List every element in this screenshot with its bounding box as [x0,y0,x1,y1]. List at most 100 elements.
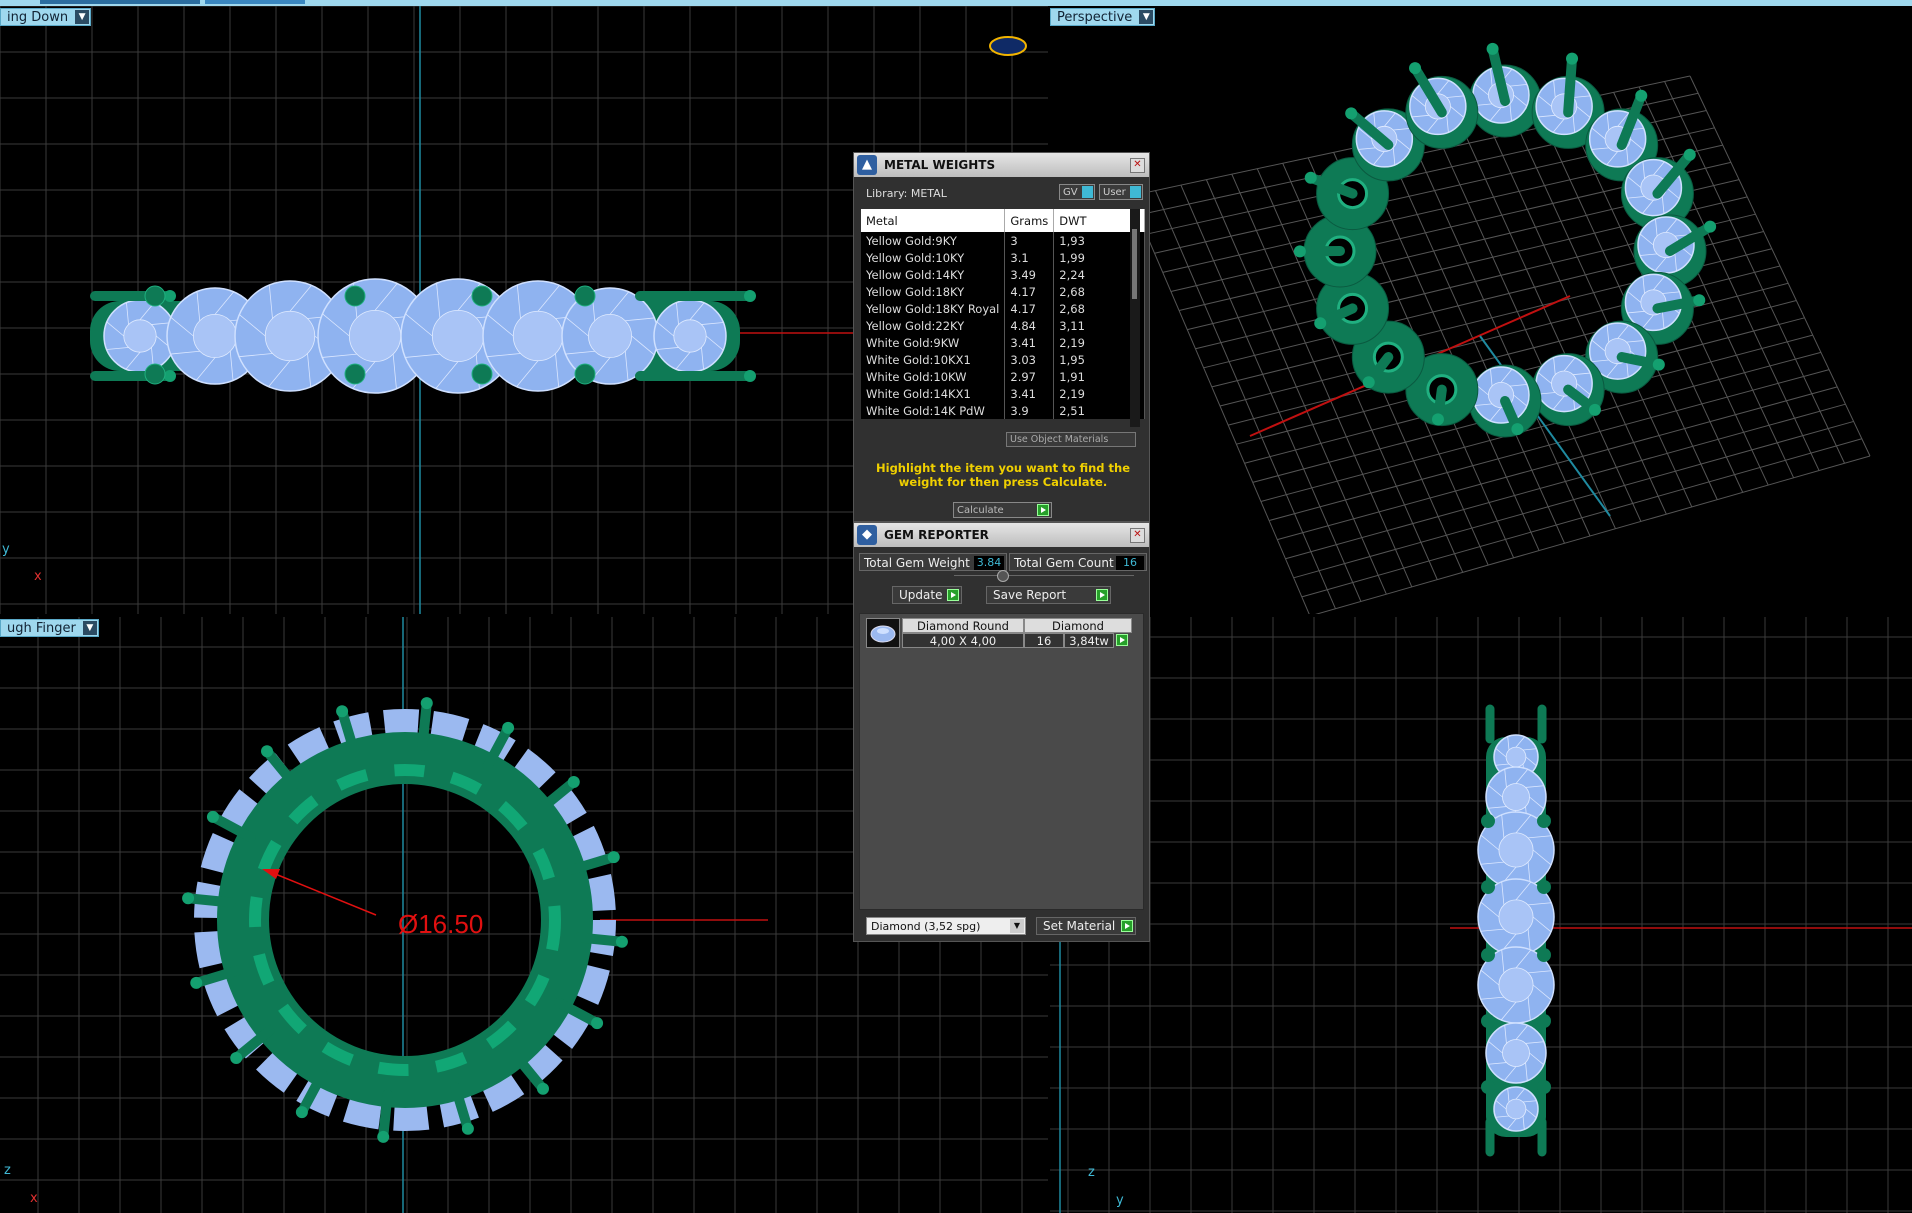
gem-totals-row: Total Gem Weight 3.84 Total Gem Count 16 [859,553,1147,571]
table-cell: White Gold:14KX1 [861,385,1006,402]
prong-tip [1635,89,1648,102]
chevron-down-icon[interactable]: ▼ [82,621,97,635]
prong-tip [744,370,756,382]
table-cell: 3.9 [1004,402,1055,419]
prong-tip [615,935,628,948]
prong-head [1537,880,1551,894]
prong-head [1537,814,1551,828]
gem-size: 4,00 X 4,00 [902,633,1024,648]
table-cell: White Gold:10KW [861,368,1006,385]
table-row[interactable]: Yellow Gold:14KY 3.49 2,24 [861,266,1145,283]
prong-tip [230,1051,243,1064]
metal-weights-table: Metal Grams DWT Yellow Gold:9KY 3 1,93 Yellow… [861,209,1145,419]
table-row[interactable]: White Gold:14KX1 3.41 2,19 [861,385,1145,402]
axis-z-label: z [1088,1165,1095,1180]
metal-weights-icon: ▲ [857,155,877,175]
table-scrollbar[interactable] [1130,209,1140,427]
axis-y-label: y [2,542,10,557]
gem-table [123,319,157,353]
total-gem-count-field: Total Gem Count 16 [1009,553,1147,571]
table-row[interactable]: Yellow Gold:18KY Royal 4.17 2,68 [861,300,1145,317]
prong-head [1481,1080,1495,1094]
gv-label: GV [1063,187,1078,198]
chevron-down-icon[interactable]: ▼ [1139,10,1154,24]
table-row[interactable]: Yellow Gold:22KY 4.84 3,11 [861,317,1145,334]
chevron-down-icon[interactable]: ▼ [75,10,90,24]
table-row[interactable]: White Gold:9KW 3.41 2,19 [861,334,1145,351]
total-gem-count-label: Total Gem Count [1014,556,1114,570]
table-cell: Yellow Gold:18KY Royal [861,300,1006,317]
axis-y-label: y [1116,1193,1124,1208]
table-row[interactable]: Yellow Gold:10KY 3.1 1,99 [861,249,1145,266]
metal-weights-titlebar[interactable]: ▲ METAL WEIGHTS ✕ [854,153,1149,177]
gem-table [588,313,633,358]
material-select[interactable]: Diamond (3,52 spg) ▼ [866,917,1026,935]
gv-toggle[interactable]: GV [1059,184,1095,200]
update-button[interactable]: Update [892,586,962,604]
table-row[interactable]: Yellow Gold:9KY 3 1,93 [861,232,1145,249]
user-label: User [1103,187,1126,198]
view-gizmo-icon [989,36,1027,56]
prong-tip [536,1082,549,1095]
close-icon[interactable]: ✕ [1130,528,1145,543]
table-row[interactable]: White Gold:10KW 2.97 1,91 [861,368,1145,385]
axis-x-label: x [34,569,42,584]
gem-list[interactable]: Diamond Round Diamond 4,00 X 4,00 16 3,8… [859,613,1144,910]
library-label: Library: METAL [866,187,947,200]
slider-track[interactable] [954,575,1134,576]
column-header[interactable]: Grams [1004,209,1055,232]
toolbar-tab[interactable] [205,0,305,4]
viewport-label[interactable]: ing Down ▼ [0,8,92,26]
user-toggle[interactable]: User [1099,184,1143,200]
prong-tip [182,892,195,905]
viewport-label[interactable]: Perspective ▼ [1050,8,1156,26]
table-row[interactable]: White Gold:14K PdW 3.9 2,51 [861,402,1145,419]
gem-reporter-titlebar[interactable]: ◆ GEM REPORTER ✕ [854,523,1149,547]
gem-table [348,309,402,363]
calculate-label: Calculate [957,505,1004,516]
toolbar-tab[interactable] [40,0,200,4]
play-icon[interactable] [1116,634,1128,646]
total-gem-weight-field: Total Gem Weight 3.84 [859,553,1007,571]
save-report-button[interactable]: Save Report [986,586,1111,604]
gem-table [264,310,316,362]
chevron-down-icon[interactable]: ▼ [1010,919,1024,933]
prong-tip [1304,171,1317,184]
perspective-grid [1129,75,1871,614]
table-row[interactable]: White Gold:10KX1 3.03 1,95 [861,351,1145,368]
set-material-button[interactable]: Set Material [1036,917,1136,935]
gem-row[interactable]: Diamond Round Diamond 4,00 X 4,00 16 3,8… [866,618,1132,648]
prong-tip [744,290,756,302]
prong-head [1481,948,1495,962]
gem-table [1498,967,1534,1003]
prong-tip [1704,220,1717,233]
prong-tip [1566,52,1579,65]
prong-tip [607,851,620,864]
prong-head [1537,1080,1551,1094]
update-label: Update [899,588,943,602]
table-cell: 3.41 [1004,334,1055,351]
prong-head [144,285,166,307]
prong-tip [1652,358,1665,371]
viewport-bottom-right[interactable]: z y [1050,617,1912,1213]
prong-tip [1511,423,1524,436]
gem-thumbnail-icon [866,618,900,648]
slider-handle[interactable] [997,570,1009,582]
table-cell: Yellow Gold:22KY [861,317,1006,334]
calculate-button[interactable]: Calculate [953,502,1052,518]
prong-tip [164,370,176,382]
prong-head [1537,1014,1551,1028]
column-header[interactable]: Metal [861,209,1006,232]
table-cell: 3.49 [1004,266,1055,283]
table-cell: Yellow Gold:9KY [861,232,1006,249]
table-cell: 2.97 [1004,368,1055,385]
use-object-materials-button[interactable]: Use Object Materials [1006,432,1136,447]
gem-weight: 3,84tw [1064,633,1114,648]
viewport-top-right[interactable]: Perspective ▼ [1050,6,1912,614]
prong-head [471,363,493,385]
close-icon[interactable]: ✕ [1130,158,1145,173]
viewport-label[interactable]: ugh Finger ▼ [0,619,99,637]
table-row[interactable]: Yellow Gold:18KY 4.17 2,68 [861,283,1145,300]
gem-table [192,313,237,358]
table-cell: White Gold:14K PdW [861,402,1006,419]
